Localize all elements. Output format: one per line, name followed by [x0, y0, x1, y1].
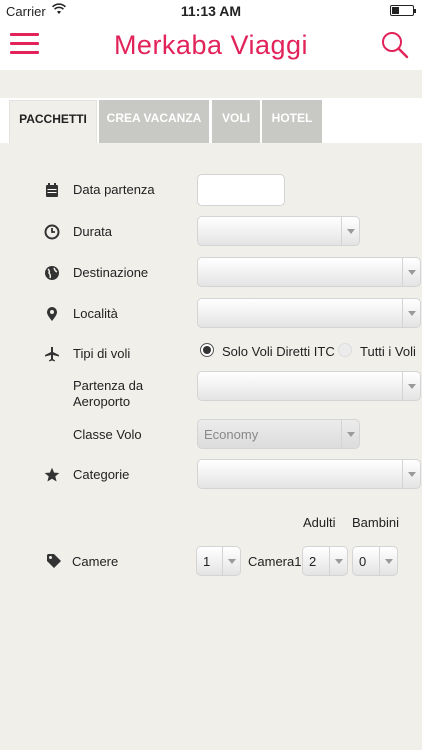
- destinazione-label: Destinazione: [73, 265, 149, 280]
- radio-solo-voli-diretti[interactable]: [200, 343, 214, 357]
- chevron-down-icon: [402, 372, 420, 400]
- partenza-aeroporto-select[interactable]: [197, 371, 421, 401]
- star-icon: [44, 467, 60, 482]
- tab-pacchetti[interactable]: PACCHETTI: [9, 100, 97, 143]
- chevron-down-icon: [379, 547, 397, 575]
- classe-volo-select[interactable]: Economy: [197, 419, 360, 449]
- tag-icon: [47, 554, 61, 568]
- plane-icon: [45, 347, 59, 362]
- categorie-label: Categorie: [73, 467, 130, 482]
- status-bar: Carrier 11:13 AM: [0, 0, 422, 22]
- radio-solo-voli-diretti-label: Solo Voli Diretti ITC: [222, 344, 335, 359]
- tab-bar: PACCHETTI CREA VACANZA VOLI HOTEL: [0, 98, 422, 143]
- data-partenza-input[interactable]: [197, 174, 285, 206]
- chevron-down-icon: [341, 420, 359, 448]
- chevron-down-icon: [402, 460, 420, 488]
- camere-select[interactable]: 1: [196, 546, 241, 576]
- chevron-down-icon: [402, 258, 420, 286]
- tab-crea-vacanza[interactable]: CREA VACANZA: [99, 100, 209, 143]
- localita-select[interactable]: [197, 298, 421, 328]
- radio-tutti-voli[interactable]: [338, 343, 352, 357]
- chevron-down-icon: [402, 299, 420, 327]
- nav-bar: Merkaba Viaggi: [0, 22, 422, 70]
- clock-icon: [44, 224, 60, 240]
- map-pin-icon: [47, 307, 57, 321]
- chevron-down-icon: [329, 547, 347, 575]
- status-time: 11:13 AM: [180, 3, 242, 19]
- adulti-label: Adulti: [303, 515, 336, 530]
- bambini-select[interactable]: 0: [352, 546, 398, 576]
- durata-label: Durata: [73, 224, 113, 239]
- battery-icon: [390, 5, 416, 16]
- radio-tutti-voli-label: Tutti i Voli: [360, 344, 416, 359]
- tipi-voli-label: Tipi di voli: [73, 346, 131, 361]
- durata-select[interactable]: [197, 216, 360, 246]
- globe-icon: [45, 266, 59, 280]
- destinazione-select[interactable]: [197, 257, 421, 287]
- classe-volo-label: Classe Volo: [73, 427, 142, 442]
- calendar-icon: [46, 183, 58, 197]
- tab-hotel[interactable]: HOTEL: [262, 100, 322, 143]
- camere-label: Camere: [72, 554, 119, 569]
- tab-voli[interactable]: VOLI: [212, 100, 260, 143]
- battery-level: [392, 7, 399, 14]
- adulti-select[interactable]: 2: [302, 546, 348, 576]
- search-icon[interactable]: [380, 30, 410, 60]
- camera1-label: Camera1: [248, 554, 302, 569]
- chevron-down-icon: [341, 217, 359, 245]
- data-partenza-label: Data partenza: [73, 182, 155, 197]
- categorie-select[interactable]: [197, 459, 421, 489]
- bambini-label: Bambini: [352, 515, 399, 530]
- localita-label: Località: [73, 306, 118, 321]
- chevron-down-icon: [222, 547, 240, 575]
- app-title: Merkaba Viaggi: [113, 30, 309, 60]
- partenza-aeroporto-label: Partenza da Aeroporto: [73, 378, 144, 409]
